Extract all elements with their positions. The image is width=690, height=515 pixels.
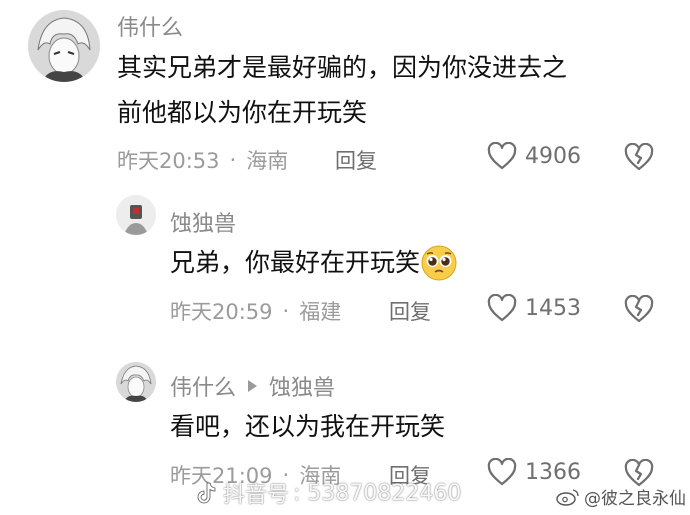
broken-heart-icon[interactable]	[624, 143, 654, 171]
avatar[interactable]	[116, 195, 156, 235]
comment-meta: 昨天20:53 · 海南	[117, 145, 288, 175]
like-button[interactable]: 1453	[487, 294, 581, 322]
reply-to-username[interactable]: 蚀独兽	[269, 370, 335, 402]
like-count: 4906	[525, 143, 581, 169]
comment-text-line: 兄弟，你最好在开玩笑	[170, 248, 421, 277]
broken-heart-icon[interactable]	[624, 459, 654, 487]
like-button[interactable]: 4906	[487, 142, 581, 170]
reply-button[interactable]: 回复	[335, 145, 377, 175]
pleading-face-emoji	[420, 244, 458, 282]
comment-time: 昨天20:59	[170, 300, 273, 324]
meta-separator: ·	[229, 148, 237, 172]
comment-text: 兄弟，你最好在开玩笑	[170, 240, 458, 285]
comment-text-line: 其实兄弟才是最好骗的，因为你没进去之	[117, 53, 568, 82]
like-button[interactable]: 1366	[487, 458, 581, 486]
avatar[interactable]	[28, 10, 100, 82]
meta-separator: ·	[282, 299, 290, 323]
heart-outline-icon	[487, 294, 517, 322]
reply-to-arrow-icon	[248, 380, 258, 392]
comment-text-line: 看吧，还以为我在开玩笑	[170, 412, 446, 441]
comment-meta: 昨天20:59 · 福建	[170, 296, 341, 326]
comment-header: 伟什么 蚀独兽	[170, 370, 335, 402]
like-count: 1366	[525, 459, 581, 485]
comment-text: 看吧，还以为我在开玩笑	[170, 404, 445, 449]
weibo-logo-icon	[556, 488, 579, 506]
douyin-logo-icon	[197, 482, 216, 504]
comment-location: 福建	[299, 300, 342, 324]
heart-outline-icon	[487, 458, 517, 486]
comment-text: 其实兄弟才是最好骗的，因为你没进去之 前他都以为你在开玩笑	[117, 45, 657, 135]
weibo-credit: @彼之良永仙	[556, 484, 686, 509]
broken-heart-icon[interactable]	[624, 295, 654, 323]
comment-time: 昨天20:53	[117, 149, 220, 173]
reply-button[interactable]: 回复	[389, 296, 431, 326]
douyin-watermark: 抖音号 : 53870822460	[195, 477, 461, 509]
avatar[interactable]	[116, 362, 156, 402]
comment-username[interactable]: 伟什么	[170, 370, 236, 402]
comment-username[interactable]: 蚀独兽	[170, 206, 236, 238]
comment-location: 海南	[246, 149, 289, 173]
heart-outline-icon	[487, 142, 517, 170]
like-count: 1453	[525, 295, 581, 321]
weibo-username: @彼之良永仙	[584, 489, 686, 509]
watermark-platform: 抖音号	[223, 483, 290, 508]
comment-username[interactable]: 伟什么	[117, 10, 183, 42]
comment-thread: 伟什么 其实兄弟才是最好骗的，因为你没进去之 前他都以为你在开玩笑 昨天20:5…	[0, 0, 690, 515]
watermark-id: : 53870822460	[293, 480, 462, 506]
comment-text-line: 前他都以为你在开玩笑	[117, 98, 368, 127]
